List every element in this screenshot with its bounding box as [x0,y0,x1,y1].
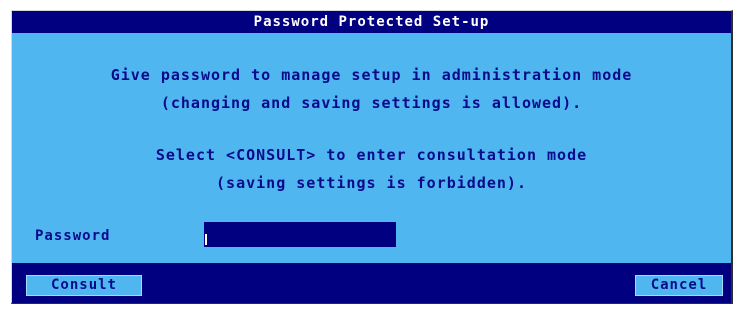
message-line-3: Select <CONSULT> to enter consultation m… [155,146,588,164]
password-label: Password [35,228,111,244]
message-line-1: Give password to manage setup in adminis… [110,66,633,84]
consult-button[interactable]: Consult [26,275,142,296]
password-setup-dialog: Password Protected Set-up Give password … [11,10,733,304]
message-line-2: (changing and saving settings is allowed… [160,94,583,112]
dialog-title: Password Protected Set-up [12,11,731,33]
message-line-4: (saving settings is forbidden). [216,174,527,192]
cancel-button[interactable]: Cancel [635,275,723,296]
password-field[interactable] [204,222,396,247]
text-cursor [205,234,207,245]
button-bar: Consult Cancel [12,263,731,303]
